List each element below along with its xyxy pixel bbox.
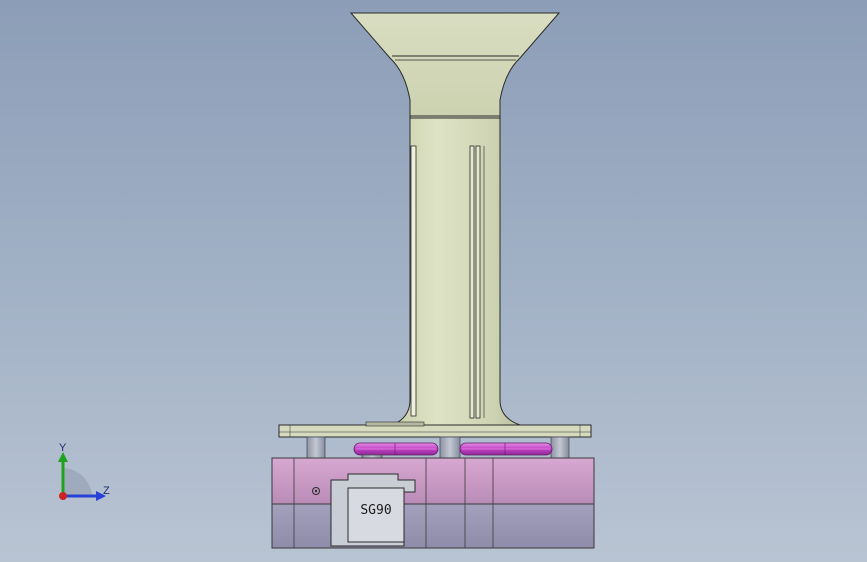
servo-sg90[interactable]: SG90	[330, 473, 416, 547]
funnel[interactable]	[349, 12, 561, 119]
y-axis-label: Y	[59, 442, 67, 454]
axis-triad: Y Z	[40, 438, 130, 518]
axis-triad-graphic	[58, 452, 106, 501]
cad-viewport[interactable]: SG90 Y Z	[0, 0, 867, 562]
base-housing[interactable]	[271, 457, 595, 549]
origin-icon	[59, 492, 67, 500]
z-axis-label: Z	[103, 485, 110, 497]
servo-label: SG90	[360, 503, 391, 518]
tube-body[interactable]	[391, 117, 521, 426]
cad-model[interactable]: SG90	[0, 0, 867, 562]
